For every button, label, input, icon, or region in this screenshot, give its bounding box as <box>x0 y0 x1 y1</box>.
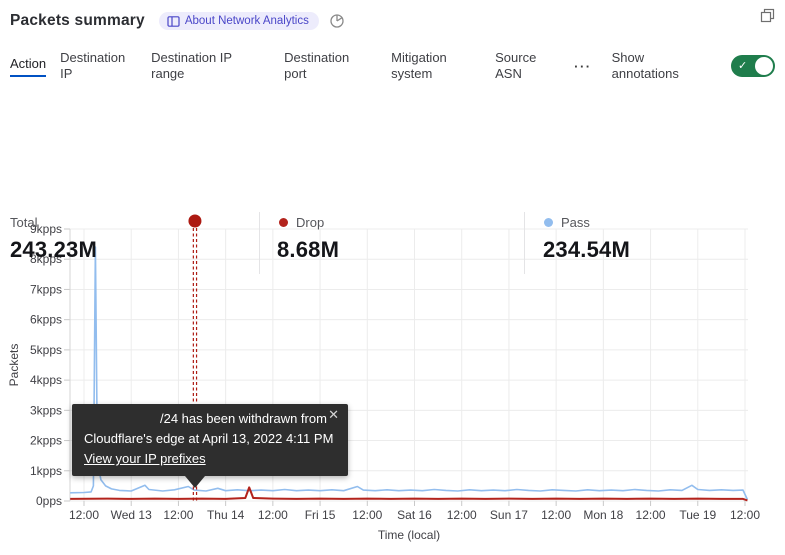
toggle-knob <box>755 57 773 75</box>
series-line-drop <box>70 487 747 500</box>
x-tick-label: 12:00 <box>730 508 760 522</box>
divider <box>259 212 260 274</box>
show-annotations-label: Show annotations <box>612 50 694 82</box>
y-tick-label: 2kpps <box>30 434 62 448</box>
annotation-marker[interactable] <box>188 215 201 228</box>
annotation-tooltip: /24 has been withdrawn from Cloudflare's… <box>72 404 348 476</box>
y-tick-label: 5kpps <box>30 343 62 357</box>
y-tick-label: 4kpps <box>30 373 62 387</box>
dimension-tabs: Action Destination IP Destination IP ran… <box>10 44 775 88</box>
y-axis-title: Packets <box>7 315 21 415</box>
tooltip-line1: /24 has been withdrawn from <box>84 409 336 429</box>
y-tick-label: 1kpps <box>30 464 62 478</box>
x-tick-label: 12:00 <box>69 508 99 522</box>
stat-pass-value: 234.54M <box>543 237 630 263</box>
tab-destination-ip[interactable]: Destination IP <box>60 50 130 82</box>
about-network-analytics-badge[interactable]: About Network Analytics <box>159 12 319 30</box>
stat-pass[interactable]: Pass <box>544 215 590 230</box>
book-icon <box>167 16 180 27</box>
more-tabs-button[interactable]: ··· <box>572 59 594 74</box>
stat-pass-label: Pass <box>561 215 590 230</box>
close-icon[interactable]: ✕ <box>328 408 339 422</box>
stat-drop-label: Drop <box>296 215 324 230</box>
y-tick-label: 0pps <box>36 494 62 508</box>
x-tick-label: 12:00 <box>163 508 193 522</box>
stat-drop-value: 8.68M <box>277 237 339 263</box>
tab-destination-ip-range[interactable]: Destination IP range <box>151 50 243 82</box>
badge-label: About Network Analytics <box>185 15 309 27</box>
pass-dot-icon <box>544 218 553 227</box>
x-tick-label: Fri 15 <box>305 508 336 522</box>
x-tick-label: Thu 14 <box>207 508 245 522</box>
tab-destination-port[interactable]: Destination port <box>284 50 364 82</box>
divider <box>524 212 525 274</box>
y-tick-label: 3kpps <box>30 403 62 417</box>
tab-source-asn[interactable]: Source ASN <box>495 50 543 82</box>
y-tick-label: 6kpps <box>30 313 62 327</box>
x-tick-label: Wed 13 <box>111 508 152 522</box>
stat-total: Total <box>10 215 37 230</box>
stat-total-value: 243.23M <box>10 237 97 263</box>
x-tick-label: 12:00 <box>258 508 288 522</box>
x-tick-label: 12:00 <box>352 508 382 522</box>
tab-mitigation-system[interactable]: Mitigation system <box>391 50 467 82</box>
show-annotations-toggle[interactable]: ✓ <box>731 55 775 77</box>
x-tick-label: Sat 16 <box>397 508 432 522</box>
x-tick-label: 12:00 <box>636 508 666 522</box>
x-tick-label: Tue 19 <box>679 508 716 522</box>
header: Packets summary About Network Analytics <box>10 8 775 34</box>
y-tick-label: 7kpps <box>30 282 62 296</box>
pie-chart-icon[interactable] <box>329 13 345 29</box>
stat-drop[interactable]: Drop <box>279 215 324 230</box>
summary-stats: Total 243.23M Drop 8.68M Pass 234.54M <box>0 105 785 175</box>
view-ip-prefixes-link[interactable]: View your IP prefixes <box>84 449 206 469</box>
x-axis-title: Time (local) <box>70 528 748 542</box>
tab-action[interactable]: Action <box>10 56 46 77</box>
page-title: Packets summary <box>10 12 145 30</box>
x-tick-label: 12:00 <box>447 508 477 522</box>
tooltip-pointer <box>185 476 205 488</box>
tooltip-line2: Cloudflare's edge at April 13, 2022 4:11… <box>84 429 336 449</box>
stat-total-label: Total <box>10 215 37 230</box>
x-tick-label: Mon 18 <box>583 508 623 522</box>
popout-icon[interactable] <box>760 8 775 28</box>
check-icon: ✓ <box>738 59 747 72</box>
x-tick-label: 12:00 <box>541 508 571 522</box>
x-tick-label: Sun 17 <box>490 508 528 522</box>
drop-dot-icon <box>279 218 288 227</box>
